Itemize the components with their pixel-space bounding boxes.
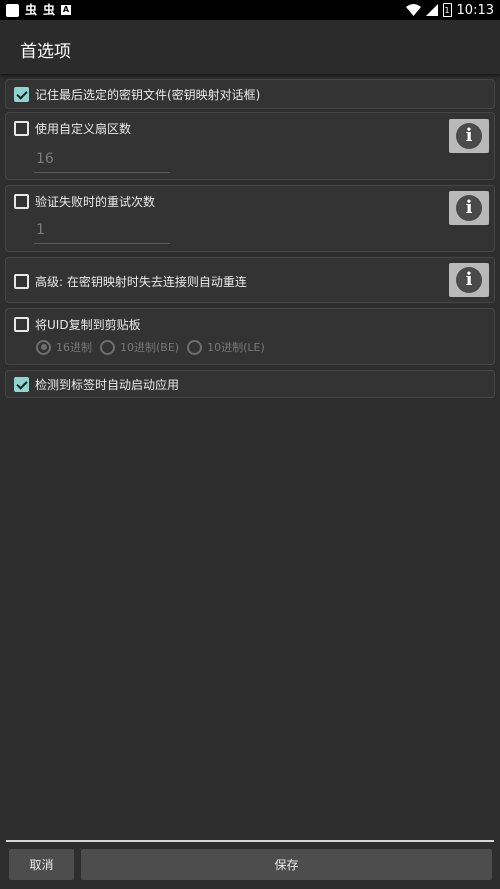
radio-dec-be-button[interactable]: [100, 339, 115, 355]
custom-sector-input[interactable]: 16: [34, 149, 170, 173]
reconnect-checkbox-row[interactable]: 高级: 在密钥映射时失去连接则自动重连: [14, 273, 247, 290]
radio-dec-le-button[interactable]: [187, 339, 203, 355]
pref-retry: 验证失败时的重试次数 i 1: [5, 185, 495, 252]
retry-input[interactable]: 1: [34, 220, 170, 244]
status-bar: 虫 虫 A 1 10:13: [0, 0, 500, 20]
retry-checkbox[interactable]: [14, 194, 29, 209]
custom-sector-checkbox[interactable]: [14, 121, 29, 136]
custom-sector-info-button[interactable]: i: [449, 119, 489, 153]
pref-reconnect: 高级: 在密钥映射时失去连接则自动重连 i: [5, 257, 495, 303]
custom-sector-label: 使用自定义扇区数: [35, 122, 132, 136]
pref-custom-sector: 使用自定义扇区数 i 16: [5, 112, 495, 180]
pref-auto-start: 检测到标签时自动启动应用: [5, 370, 495, 398]
copy-uid-checkbox[interactable]: [14, 317, 29, 332]
clock: 10:13: [456, 2, 494, 18]
save-button[interactable]: 保存: [81, 849, 492, 880]
remember-key-checkbox-row[interactable]: 记住最后选定的密钥文件(密钥映射对话框): [14, 86, 260, 103]
info-icon: i: [456, 195, 482, 221]
retry-info-button[interactable]: i: [449, 191, 489, 225]
custom-sector-checkbox-row[interactable]: 使用自定义扇区数: [14, 120, 131, 137]
radio-dec-be-label: 10进制(BE): [120, 341, 180, 354]
notification-icon: [6, 3, 19, 17]
radio-hex-label: 16进制: [56, 341, 92, 354]
remember-key-label: 记住最后选定的密钥文件(密钥映射对话框): [35, 88, 261, 102]
signal-icon: [425, 4, 438, 16]
radio-hex-button[interactable]: [36, 339, 51, 355]
reconnect-checkbox[interactable]: [14, 274, 29, 289]
retry-checkbox-row[interactable]: 验证失败时的重试次数: [14, 193, 155, 210]
app-notification-icon-2: 虫: [43, 3, 56, 17]
app-bar: 首选项: [0, 20, 500, 74]
reconnect-label: 高级: 在密钥映射时失去连接则自动重连: [35, 275, 247, 289]
copy-uid-label: 将UID复制到剪贴板: [35, 318, 141, 332]
radio-dec-be[interactable]: 10进制(BE): [100, 339, 179, 355]
pref-copy-uid: 将UID复制到剪贴板 16进制 10进制(BE) 10进制(LE): [5, 308, 495, 365]
radio-dec-le[interactable]: 10进制(LE): [187, 339, 265, 355]
battery-icon: 1: [442, 3, 452, 17]
info-icon: i: [456, 267, 482, 293]
cancel-button[interactable]: 取消: [9, 849, 74, 880]
divider: [6, 840, 494, 842]
page-title: 首选项: [20, 42, 71, 62]
app-notification-icon: 虫: [25, 3, 38, 17]
remember-key-checkbox[interactable]: [14, 87, 29, 102]
wifi-icon: [405, 4, 421, 16]
info-icon: i: [456, 123, 482, 149]
auto-start-label: 检测到标签时自动启动应用: [35, 378, 180, 392]
retry-label: 验证失败时的重试次数: [35, 195, 156, 209]
copy-uid-checkbox-row[interactable]: 将UID复制到剪贴板: [14, 316, 141, 333]
radio-dec-le-label: 10进制(LE): [207, 341, 265, 354]
auto-start-checkbox[interactable]: [14, 377, 29, 392]
auto-start-checkbox-row[interactable]: 检测到标签时自动启动应用: [14, 376, 179, 393]
reconnect-info-button[interactable]: i: [449, 263, 489, 297]
radio-hex[interactable]: 16进制: [36, 339, 92, 355]
pref-remember-key: 记住最后选定的密钥文件(密钥映射对话框): [5, 79, 495, 109]
uid-format-radio-group: 16进制 10进制(BE) 10进制(LE): [36, 339, 273, 355]
a-badge-icon: A: [61, 5, 72, 15]
battery-level: 1: [444, 5, 450, 15]
